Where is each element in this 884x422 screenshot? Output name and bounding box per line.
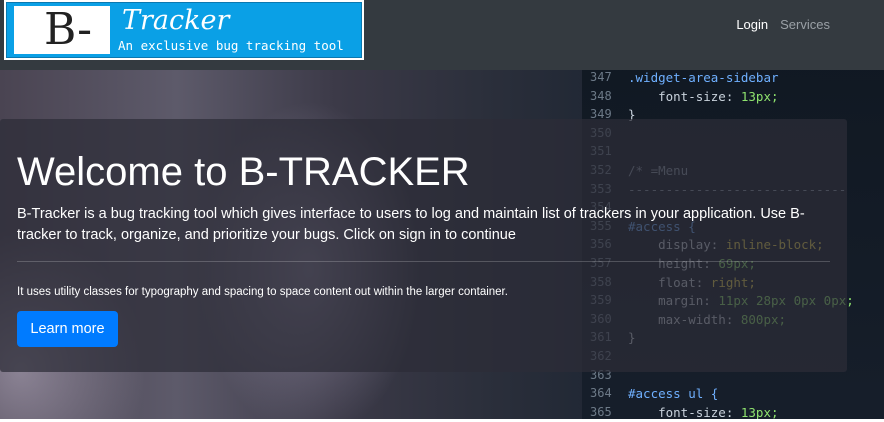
brand-title: Tracker bbox=[122, 5, 230, 36]
code-line-text: .widget-area-sidebar bbox=[628, 70, 779, 85]
nav-services-link[interactable]: Services bbox=[780, 17, 830, 33]
brand-letter: B- bbox=[44, 4, 93, 55]
nav-links: Login Services bbox=[736, 17, 830, 33]
code-line-number: 348 bbox=[590, 88, 612, 103]
hero-lead-text: B-Tracker is a bug tracking tool which g… bbox=[17, 206, 805, 243]
brand-letter-box: B- bbox=[14, 6, 110, 54]
code-line-number: 365 bbox=[590, 404, 612, 419]
page-title: Welcome to B-TRACKER bbox=[17, 150, 470, 194]
code-line-text: #access ul { bbox=[628, 386, 719, 402]
code-line-number: 347 bbox=[590, 70, 612, 84]
nav-login-link[interactable]: Login bbox=[736, 17, 768, 33]
jumbotron: Welcome to B-TRACKER B-Tracker is a bug … bbox=[0, 119, 847, 372]
code-line-text: font-size: 13px; bbox=[628, 404, 779, 420]
code-line-number: 364 bbox=[590, 386, 612, 401]
divider bbox=[17, 261, 830, 262]
brand-tagline: An exclusive bug tracking tool bbox=[118, 38, 344, 53]
hero-note-text: It uses utility classes for typography a… bbox=[17, 286, 508, 298]
navbar: B- Tracker An exclusive bug tracking too… bbox=[0, 0, 884, 70]
brand-logo[interactable]: B- Tracker An exclusive bug tracking too… bbox=[4, 0, 364, 60]
learn-more-button[interactable]: Learn more bbox=[17, 311, 118, 347]
code-line-text: font-size: 13px; bbox=[628, 88, 779, 104]
